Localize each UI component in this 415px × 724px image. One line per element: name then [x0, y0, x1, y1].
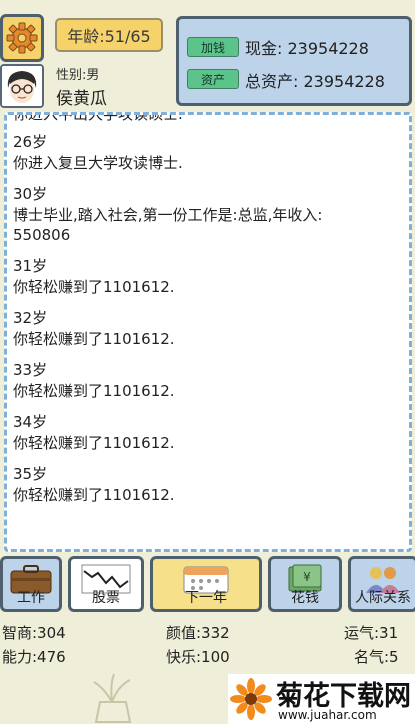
next-year-label: 下一年	[185, 590, 227, 606]
log-entry: 33岁 你轻松赚到了1101612.	[13, 359, 403, 401]
log-entry: 31岁 你轻松赚到了1101612.	[13, 255, 403, 297]
log-entry-text: 你轻松赚到了1101612.	[13, 434, 175, 452]
watermark-url: www.juahar.com	[278, 708, 377, 722]
watermark: 菊花下载网 www.juahar.com	[228, 674, 415, 724]
log-entry-text: 你进入复旦大学攻读博士.	[13, 154, 183, 172]
log-entry-text: 你轻松赚到了1101612.	[13, 278, 175, 296]
work-label: 工作	[17, 590, 45, 606]
settings-button[interactable]	[0, 14, 44, 62]
gear-icon	[6, 22, 38, 54]
fame-stat: 名气:5	[354, 648, 399, 666]
flower-logo-icon	[230, 678, 272, 720]
log-entry: 35岁 你轻松赚到了1101612.	[13, 463, 403, 505]
stocks-button[interactable]: 股票	[68, 556, 144, 612]
svg-text:¥: ¥	[303, 570, 311, 584]
relationships-button[interactable]: 人际关系	[348, 556, 415, 612]
log-entry: 26岁 你进入复旦大学攻读博士.	[13, 131, 403, 173]
work-button[interactable]: 工作	[0, 556, 62, 612]
log-entry-age: 33岁	[13, 361, 48, 379]
add-money-button[interactable]: 加钱	[187, 37, 239, 57]
log-entry-text: 你轻松赚到了1101612.	[13, 330, 175, 348]
log-entry-text: 你轻松赚到了1101612.	[13, 486, 175, 504]
age-label: 年龄:51/65	[67, 27, 151, 46]
assets-button[interactable]: 资产	[187, 69, 239, 89]
log-entry-age: 31岁	[13, 257, 48, 275]
plant-decoration-icon	[93, 673, 132, 723]
log-entry: 34岁 你轻松赚到了1101612.	[13, 411, 403, 453]
total-assets-value: 总资产: 23954228	[245, 72, 385, 91]
log-entry-age: 35岁	[13, 465, 48, 483]
gender-label: 性别:男	[56, 68, 100, 83]
avatar[interactable]	[0, 64, 44, 108]
log-entry: 32岁 你轻松赚到了1101612.	[13, 307, 403, 349]
log-partial-line: 你进入中山大学攻读硕士.	[13, 112, 183, 123]
spend-money-button[interactable]: ¥ 花钱	[268, 556, 342, 612]
log-entry-age: 30岁	[13, 185, 48, 203]
log-entry: 30岁 博士毕业,踏入社会,第一份工作是:总监,年收入: 550806	[13, 183, 403, 245]
iq-stat: 智商:304	[2, 624, 66, 642]
spend-money-label: 花钱	[291, 590, 319, 606]
cash-value: 现金: 23954228	[245, 39, 369, 58]
relationships-label: 人际关系	[355, 590, 411, 606]
character-portrait-icon	[2, 66, 42, 106]
log-entry-age: 34岁	[13, 413, 48, 431]
luck-stat: 运气:31	[344, 624, 399, 642]
log-entry-age: 32岁	[13, 309, 48, 327]
log-entry-text: 博士毕业,踏入社会,第一份工作是:总监,年收入: 550806	[13, 206, 323, 244]
log-entry-text: 你轻松赚到了1101612.	[13, 382, 175, 400]
stocks-label: 股票	[92, 590, 120, 606]
event-log[interactable]: 你进入中山大学攻读硕士. 26岁 你进入复旦大学攻读博士. 30岁 博士毕业,踏…	[4, 112, 412, 552]
next-year-button[interactable]: 下一年	[150, 556, 262, 612]
character-name: 侯黄瓜	[56, 89, 107, 109]
money-panel: 加钱 现金: 23954228 资产 总资产: 23954228	[176, 16, 412, 106]
ability-stat: 能力:476	[2, 648, 66, 666]
happiness-stat: 快乐:100	[166, 648, 230, 666]
looks-stat: 颜值:332	[166, 624, 230, 642]
log-entry-age: 26岁	[13, 133, 48, 151]
age-display: 年龄:51/65	[55, 18, 163, 52]
